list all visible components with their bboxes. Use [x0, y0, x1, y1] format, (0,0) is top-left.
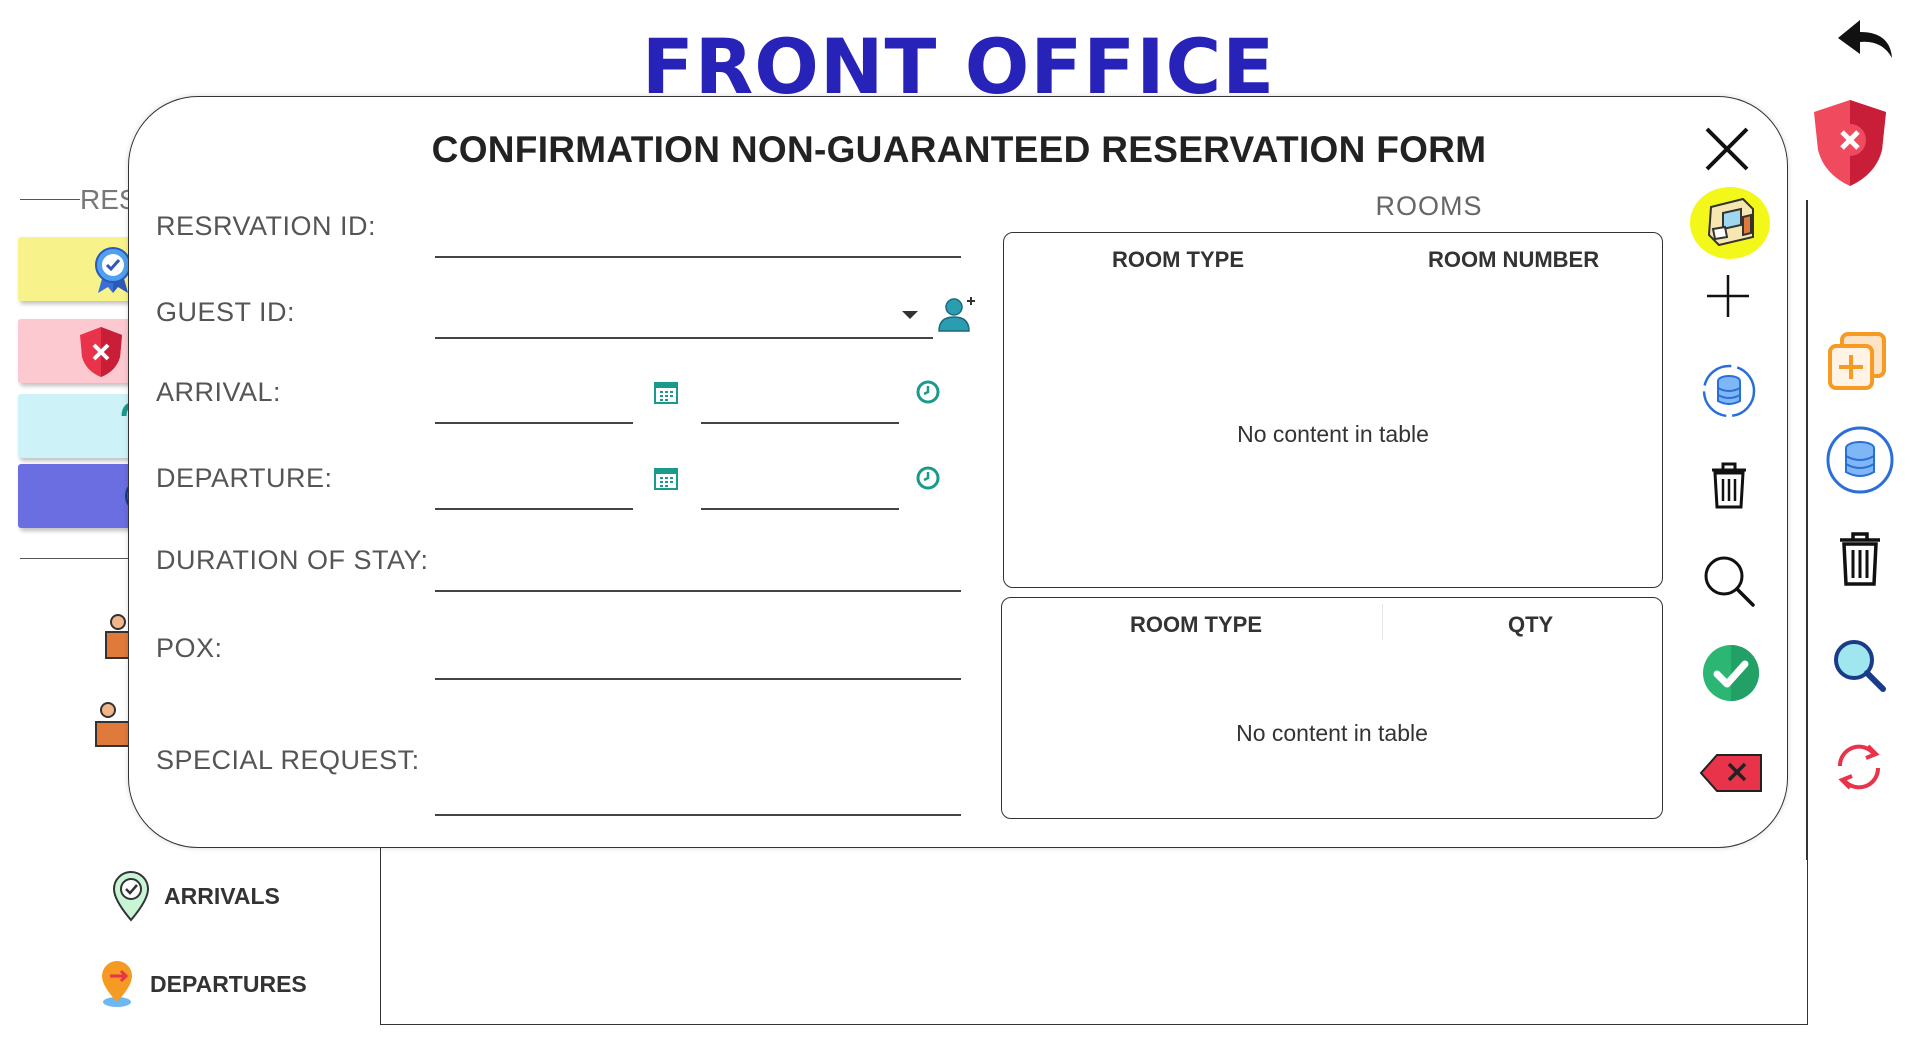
arrival-time-input[interactable] — [701, 387, 891, 417]
add-copy-icon[interactable] — [1826, 330, 1888, 392]
nav-arrivals[interactable]: ARRIVALS — [110, 870, 280, 922]
clock-icon[interactable] — [915, 379, 941, 405]
search-icon[interactable] — [1830, 636, 1888, 694]
section-divider — [20, 199, 80, 200]
add-icon[interactable] — [1705, 273, 1751, 319]
backspace-icon[interactable] — [1699, 753, 1763, 793]
section-divider — [20, 558, 130, 559]
pox-input[interactable] — [435, 643, 955, 673]
arrival-date-underline — [435, 422, 633, 424]
arrival-label: ARRIVAL: — [156, 377, 282, 407]
reservation-form-modal: CONFIRMATION NON-GUARANTEED RESERVATION … — [128, 96, 1788, 848]
check-icon[interactable] — [1701, 643, 1761, 703]
special-request-underline — [435, 814, 961, 816]
special-request-input[interactable] — [435, 779, 955, 809]
column-header-room-type[interactable]: ROOM TYPE — [1130, 612, 1262, 638]
calendar-icon[interactable] — [653, 379, 679, 405]
empty-table-message: No content in table — [1237, 421, 1429, 447]
shield-close-icon[interactable] — [1810, 96, 1890, 190]
back-arrow-icon[interactable] — [1834, 14, 1898, 62]
content-panel — [380, 845, 1808, 1025]
modal-title: CONFIRMATION NON-GUARANTEED RESERVATION … — [431, 129, 1487, 170]
nav-departures-label: DEPARTURES — [150, 970, 307, 997]
trash-icon[interactable] — [1836, 530, 1884, 588]
trash-icon[interactable] — [1709, 461, 1749, 511]
guest-id-underline — [435, 337, 933, 339]
content-panel-edge — [1806, 200, 1808, 860]
guest-id-label: GUEST ID: — [156, 297, 296, 327]
shield-close-icon — [80, 327, 122, 377]
reservation-id-underline — [435, 256, 961, 258]
departure-time-underline — [701, 508, 899, 510]
duration-label: DURATION OF STAY: — [156, 545, 429, 575]
departure-date-input[interactable] — [435, 473, 625, 503]
column-header-room-type[interactable]: ROOM TYPE — [1112, 247, 1244, 273]
database-refresh-icon[interactable] — [1701, 363, 1757, 419]
add-guest-icon[interactable] — [937, 293, 977, 335]
reception-icon — [105, 614, 130, 659]
pox-underline — [435, 678, 961, 680]
departure-pin-icon — [102, 961, 132, 1007]
room-qty-table[interactable]: ROOM TYPE QTY No content in table — [1001, 597, 1663, 819]
departure-time-input[interactable] — [701, 473, 891, 503]
clock-icon[interactable] — [915, 465, 941, 491]
nav-departures[interactable]: DEPARTURES — [96, 960, 307, 1008]
rooms-table[interactable]: ROOM TYPE ROOM NUMBER No content in tabl… — [1003, 232, 1663, 588]
location-check-icon — [112, 871, 150, 922]
departure-date-underline — [435, 508, 633, 510]
column-header-qty[interactable]: QTY — [1508, 612, 1553, 638]
column-header-room-number[interactable]: ROOM NUMBER — [1428, 247, 1599, 273]
search-icon[interactable] — [1701, 553, 1757, 609]
column-divider — [1382, 604, 1383, 640]
arrival-time-underline — [701, 422, 899, 424]
rooms-icon[interactable] — [1689, 185, 1771, 261]
rooms-label: ROOMS — [1375, 191, 1483, 221]
database-refresh-icon[interactable] — [1824, 424, 1896, 496]
duration-underline — [435, 590, 961, 592]
nav-arrivals-label: ARRIVALS — [164, 882, 280, 909]
close-icon[interactable] — [1703, 125, 1751, 173]
reception-desk-icon — [95, 702, 130, 747]
guest-id-select[interactable] — [435, 303, 885, 333]
chevron-down-icon[interactable] — [901, 309, 919, 321]
special-request-label: SPECIAL REQUEST: — [156, 745, 420, 775]
reservation-id-label: RESRVATION ID: — [156, 211, 377, 241]
pox-label: POX: — [156, 633, 223, 663]
calendar-icon[interactable] — [653, 465, 679, 491]
refresh-icon[interactable] — [1832, 740, 1886, 794]
duration-input[interactable] — [435, 555, 955, 585]
empty-table-message: No content in table — [1236, 720, 1428, 746]
reservation-id-input[interactable] — [435, 221, 955, 251]
arrival-date-input[interactable] — [435, 387, 625, 417]
departure-label: DEPARTURE: — [156, 463, 333, 493]
